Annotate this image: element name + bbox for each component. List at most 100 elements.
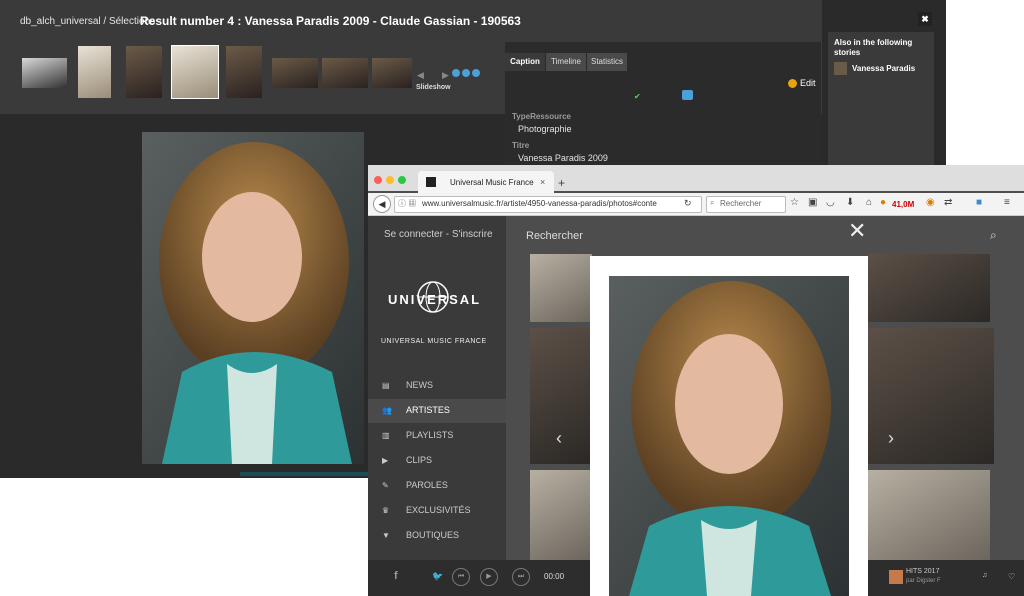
thumbnail-8[interactable] <box>372 58 412 88</box>
slideshow-icon-1[interactable] <box>452 69 460 77</box>
clips-icon: ▶ <box>382 456 389 465</box>
playlist-author: par Digster F <box>906 578 941 584</box>
lightbox-photo[interactable] <box>609 276 849 596</box>
field-label-title: Titre <box>512 141 530 150</box>
grid-photo[interactable] <box>530 470 592 560</box>
tab-timeline[interactable]: Timeline <box>546 53 586 71</box>
back-button[interactable]: ◀ <box>373 195 391 213</box>
tab-caption[interactable]: Caption <box>505 53 545 71</box>
slideshow-icon-3[interactable] <box>472 69 480 77</box>
field-value-title: Vanessa Paradis 2009 <box>518 153 608 163</box>
menu-label: NEWS <box>406 380 433 390</box>
download-icon[interactable]: ⬇ <box>846 197 854 208</box>
thumbnail-6[interactable] <box>272 58 318 88</box>
play-icon[interactable]: ▶ <box>480 568 498 586</box>
story-thumbnail[interactable] <box>834 62 847 75</box>
previous-track-icon[interactable]: ⏮ <box>452 568 470 586</box>
result-title: Result number 4 : Vanessa Paradis 2009 -… <box>140 14 521 28</box>
music-note-icon[interactable]: ♫ <box>982 572 987 579</box>
artists-icon: 👥 <box>382 406 392 415</box>
search-icon: ⌕ <box>710 198 715 207</box>
menu-icon[interactable]: ≡ <box>1004 197 1010 208</box>
slideshow-label[interactable]: Slideshow <box>416 84 451 91</box>
tab-close-icon[interactable]: × <box>540 177 545 187</box>
news-icon: ▤ <box>382 381 390 390</box>
grid-photo[interactable] <box>868 328 994 464</box>
thumbnail-1[interactable] <box>22 58 67 88</box>
heart-icon[interactable]: ♡ <box>1008 572 1015 581</box>
thumbnail-7[interactable] <box>322 58 368 88</box>
brand-name: UNIVERSAL MUSIC FRANCE <box>381 338 487 345</box>
menu-item-news[interactable]: ▤ NEWS <box>368 374 506 398</box>
thumbnail-4-selected[interactable] <box>171 45 219 99</box>
twitter-icon[interactable]: 🐦 <box>432 571 443 582</box>
menu-label: PAROLES <box>406 480 448 490</box>
grid-photo[interactable] <box>868 470 990 560</box>
next-arrow-icon[interactable]: ▶ <box>442 70 449 81</box>
sync-icon[interactable]: ⇄ <box>944 197 952 208</box>
search-icon[interactable]: ⌕ <box>990 228 997 243</box>
clipboard-icon[interactable]: ▣ <box>808 197 817 208</box>
site-search-label[interactable]: Rechercher <box>526 230 583 242</box>
extension-icon[interactable]: ● <box>880 197 886 208</box>
check-icon: ✔ <box>634 92 641 101</box>
close-window-icon[interactable] <box>374 176 382 184</box>
field-value-type: Photographie <box>518 124 572 134</box>
tab-statistics[interactable]: Statistics <box>587 53 627 71</box>
slideshow-icon-2[interactable] <box>462 69 470 77</box>
pocket-icon[interactable]: ◡ <box>826 197 835 208</box>
facebook-icon[interactable]: f <box>394 570 398 582</box>
login-link[interactable]: Se connecter - S'inscrire <box>384 229 493 240</box>
next-track-icon[interactable]: ⏭ <box>512 568 530 586</box>
thumbnail-5[interactable] <box>226 46 262 98</box>
playlists-icon: ▥ <box>382 431 390 440</box>
maximize-window-icon[interactable] <box>398 176 406 184</box>
playlist-thumbnail[interactable] <box>889 570 903 584</box>
menu-item-boutiques[interactable]: ▼ BOUTIQUES <box>368 524 506 548</box>
favicon-icon <box>426 177 436 187</box>
extension-badge: 41,0M <box>892 200 915 209</box>
main-photo <box>142 132 364 464</box>
menu-label: BOUTIQUES <box>406 530 460 540</box>
grid-icon[interactable] <box>682 90 693 100</box>
menu-label: PLAYLISTS <box>406 430 454 440</box>
menu-label: ARTISTES <box>406 405 450 415</box>
home-icon[interactable]: ⌂ <box>866 197 872 208</box>
edit-icon[interactable] <box>788 79 797 88</box>
menu-label: CLIPS <box>406 455 433 465</box>
menu-item-artistes[interactable]: 👥 ARTISTES <box>368 399 506 423</box>
search-placeholder[interactable]: Rechercher <box>720 199 761 208</box>
grid-photo[interactable] <box>530 254 592 322</box>
playlist-title[interactable]: HITS 2017 <box>906 568 939 575</box>
menu-item-playlists[interactable]: ▥ PLAYLISTS <box>368 424 506 448</box>
menu-item-paroles[interactable]: ✎ PAROLES <box>368 474 506 498</box>
grid-photo[interactable] <box>868 254 990 322</box>
breadcrumb[interactable]: db_alch_universal / Sélections <box>20 16 155 27</box>
extension-3-icon[interactable]: ■ <box>976 197 982 208</box>
player-time: 00:00 <box>544 572 565 581</box>
bookmark-star-icon[interactable]: ☆ <box>790 197 799 208</box>
also-in-stories-title: Also in the following stories <box>834 38 913 57</box>
story-link[interactable]: Vanessa Paradis <box>852 64 915 73</box>
thumbnail-2[interactable] <box>78 46 111 98</box>
chevron-right-icon[interactable]: › <box>888 428 894 449</box>
close-button[interactable]: ✖ <box>918 12 932 26</box>
menu-item-clips[interactable]: ▶ CLIPS <box>368 449 506 473</box>
tab-title[interactable]: Universal Music France <box>450 178 534 187</box>
reload-icon[interactable]: ↻ <box>684 198 692 209</box>
menu-item-exclusivites[interactable]: ♛ EXCLUSIVITÉS <box>368 499 506 523</box>
chevron-left-icon[interactable]: ‹ <box>556 428 562 449</box>
prev-arrow-icon[interactable]: ◀ <box>417 70 424 81</box>
lyrics-icon: ✎ <box>382 481 389 490</box>
menu-label: EXCLUSIVITÉS <box>406 505 471 515</box>
universal-logo[interactable]: UNIVERSAL <box>388 292 481 307</box>
thumbnail-3[interactable] <box>126 46 162 98</box>
edit-button[interactable]: Edit <box>800 78 816 88</box>
new-tab-button[interactable]: + <box>558 176 565 190</box>
extension-2-icon[interactable]: ◉ <box>926 197 935 208</box>
site-info-icon[interactable]: ⓘ ▦ <box>398 198 416 209</box>
minimize-window-icon[interactable] <box>386 176 394 184</box>
close-overlay-icon[interactable]: ✕ <box>848 218 866 244</box>
url-text[interactable]: www.universalmusic.fr/artiste/4950-vanes… <box>422 199 657 208</box>
shirt-icon: ▼ <box>382 531 390 540</box>
